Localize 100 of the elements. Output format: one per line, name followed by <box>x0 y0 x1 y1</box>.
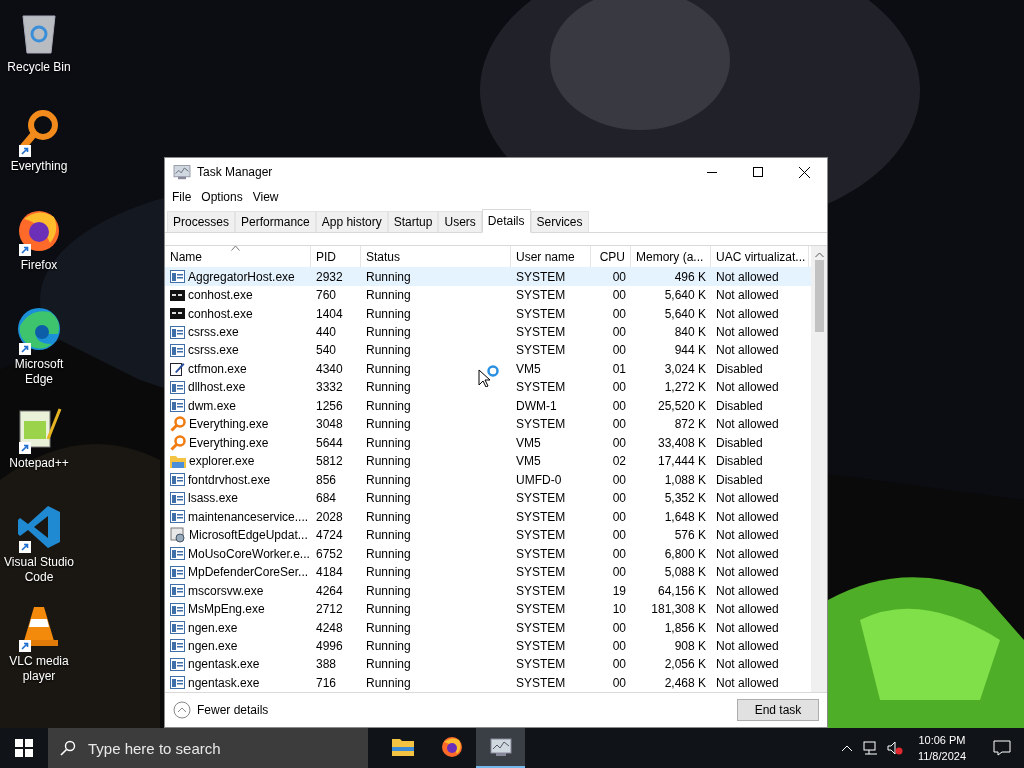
tab[interactable]: Details <box>481 209 531 233</box>
table-cell: 00 <box>612 398 626 413</box>
table-cell: Running <box>366 528 411 543</box>
table-cell: conhost.exe <box>188 306 253 321</box>
table-cell: 00 <box>612 509 626 524</box>
end-task-button[interactable]: End task <box>737 699 819 721</box>
table-cell: 181,308 K <box>651 602 706 617</box>
window-icon <box>170 639 185 653</box>
window-icon <box>170 657 185 671</box>
cursor-icon <box>478 365 500 387</box>
table-cell: Running <box>366 639 411 653</box>
code-editor-icon[interactable] <box>16 504 62 550</box>
table-cell: Running <box>366 288 411 303</box>
table-cell: Not allowed <box>716 417 779 432</box>
table-row[interactable]: MsMpEng.exe 2712 Running SYSTEM 10 181,308 K Not allowed <box>165 599 811 619</box>
table-row[interactable]: ngen.exe 4996 Running SYSTEM 00 908 K Not allowed <box>165 636 811 656</box>
table-row[interactable]: ngentask.exe 716 Running SYSTEM 00 2,468 K Not allowed <box>165 673 811 693</box>
fewer-details-toggle[interactable]: Fewer details <box>173 701 269 719</box>
table-row[interactable]: maintenanceservice.... 2028 Running SYSTEM 00 1,648 K Not allowed <box>165 507 811 526</box>
window-icon <box>170 380 185 394</box>
table-cell: 716 <box>316 675 337 690</box>
table-row[interactable]: conhost.exe 1404 Running SYSTEM 00 5,640 K Not allowed <box>165 304 811 323</box>
table-cell: 908 K <box>674 639 706 653</box>
tab[interactable]: Processes <box>167 211 236 232</box>
table-cell: 5,088 K <box>664 565 706 580</box>
table-row[interactable]: explorer.exe 5812 Running VM5 02 17,444 K Disabled <box>165 452 811 471</box>
table-cell: 00 <box>612 491 626 506</box>
table-row[interactable]: ngen.exe 4248 Running SYSTEM 00 1,856 K Not allowed <box>165 618 811 637</box>
desktop-icon-label[interactable]: VLC media player <box>0 654 78 684</box>
table-row[interactable]: csrss.exe 540 Running SYSTEM 00 944 K Not allowed <box>165 341 811 360</box>
table-cell: Not allowed <box>716 565 779 580</box>
table-row[interactable]: conhost.exe 760 Running SYSTEM 00 5,640 K Not allowed <box>165 285 811 305</box>
table-row[interactable]: AggregatorHost.exe 2932 Running SYSTEM 00 496 K Not allowed <box>165 267 811 286</box>
desktop-icon-label[interactable]: Recycle Bin <box>7 60 71 75</box>
table-cell: Disabled <box>716 454 763 469</box>
table-row[interactable]: dllhost.exe 3332 Running SYSTEM 00 1,272 K Not allowed <box>165 378 811 397</box>
table-cell: MsMpEng.exe <box>188 602 265 617</box>
table-cell: ngentask.exe <box>188 657 260 672</box>
table-cell: 00 <box>612 343 626 358</box>
table-cell: 3048 <box>316 417 343 432</box>
table-row[interactable]: mscorsvw.exe 4264 Running SYSTEM 19 64,156 K Not allowed <box>165 581 811 600</box>
table-cell: ctfmon.exe <box>188 361 247 376</box>
table-row[interactable]: lsass.exe 684 Running SYSTEM 00 5,352 K Not allowed <box>165 489 811 508</box>
table-cell: SYSTEM <box>516 546 566 561</box>
menu-item[interactable]: Options <box>196 190 248 204</box>
table-row[interactable]: ctfmon.exe 4340 Running VM5 01 3,024 K Disabled <box>165 359 811 379</box>
table-cell: 388 <box>316 657 337 672</box>
table-cell: 944 K <box>674 343 706 358</box>
table-cell: 1,088 K <box>664 472 706 487</box>
desktop-icon-label[interactable]: Visual Studio Code <box>0 555 78 585</box>
menu-item[interactable]: File <box>167 190 197 204</box>
tab[interactable]: Users <box>438 211 482 232</box>
table-row[interactable]: MicrosoftEdgeUpdat... 4724 Running SYSTEM 00 576 K Not allowed <box>165 525 811 545</box>
table-cell: 00 <box>612 675 626 690</box>
tab[interactable]: Startup <box>387 211 439 232</box>
table-cell: 00 <box>612 380 626 395</box>
table-cell: Disabled <box>716 361 763 376</box>
table-cell: Running <box>366 417 411 432</box>
scrollbar-thumb[interactable] <box>814 260 824 332</box>
table-row[interactable]: fontdrvhost.exe 856 Running UMFD-0 00 1,088 K Disabled <box>165 470 811 489</box>
tab[interactable]: Performance <box>235 211 316 232</box>
table-row[interactable]: Everything.exe 3048 Running SYSTEM 00 872 K Not allowed <box>165 415 811 434</box>
tab[interactable]: App history <box>315 211 388 232</box>
table-cell: 00 <box>612 288 626 303</box>
table-row[interactable]: ngentask.exe 388 Running SYSTEM 00 2,056 K Not allowed <box>165 655 811 674</box>
scrollbar[interactable] <box>811 246 827 692</box>
table-cell: Not allowed <box>716 269 779 284</box>
table-cell: 496 K <box>674 269 706 284</box>
table-cell: Running <box>366 269 411 284</box>
table-row[interactable]: csrss.exe 440 Running SYSTEM 00 840 K Not allowed <box>165 322 811 342</box>
window-icon <box>170 344 185 357</box>
table-row[interactable]: MoUsoCoreWorker.e... 6752 Running SYSTEM 00 6,800 K Not allowed <box>165 544 811 563</box>
table-row[interactable]: Everything.exe 5644 Running VM5 00 33,408 K Disabled <box>165 433 811 453</box>
table-cell: SYSTEM <box>516 325 566 339</box>
desktop-icon-label[interactable]: Microsoft Edge <box>0 357 78 387</box>
table-cell: 00 <box>612 620 626 635</box>
taskbar-app-button[interactable] <box>476 728 525 768</box>
table-cell: 00 <box>612 472 626 487</box>
search-field[interactable]: Type here to search <box>48 728 368 768</box>
table-cell: csrss.exe <box>188 325 239 339</box>
table-row[interactable]: MpDefenderCoreSer... 4184 Running SYSTEM 00 5,088 K Not allowed <box>165 562 811 582</box>
table-cell: conhost.exe <box>188 288 253 303</box>
tab[interactable]: Services <box>530 211 589 232</box>
table-cell: 25,520 K <box>657 398 706 413</box>
desktop-icon-label[interactable]: Notepad++ <box>9 456 69 471</box>
table-cell: VM5 <box>516 454 541 469</box>
clock[interactable]: 10:06 PM 11/8/2024 <box>909 732 974 764</box>
table-cell: 5812 <box>316 454 343 469</box>
folder-icon <box>391 738 414 756</box>
table-cell: 576 K <box>674 528 706 543</box>
table-cell: Running <box>366 583 411 598</box>
table-cell: Not allowed <box>716 657 779 672</box>
table-row[interactable]: dwm.exe 1256 Running DWM-1 00 25,520 K Disabled <box>165 396 811 416</box>
menu-item[interactable]: View <box>247 190 284 204</box>
table-cell: SYSTEM <box>516 675 566 690</box>
desktop-icon-label[interactable]: Everything <box>10 159 68 174</box>
table-cell: AggregatorHost.exe <box>188 269 295 284</box>
wave-logo-icon[interactable] <box>16 306 62 352</box>
table-cell: UMFD-0 <box>516 472 562 487</box>
desktop-icon-label[interactable]: Firefox <box>20 258 58 273</box>
